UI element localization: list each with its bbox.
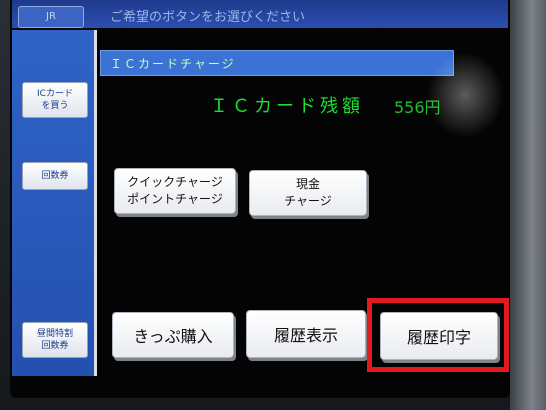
- jr-logo: JR: [18, 6, 84, 28]
- ticket-purchase-button[interactable]: きっぷ購入: [112, 312, 234, 358]
- cash-charge-button[interactable]: 現金 チャージ: [249, 170, 367, 216]
- sidebar-item-daytime-coupon[interactable]: 昼間特割 回数券: [22, 322, 88, 358]
- balance-label: ＩＣカード残額: [210, 96, 364, 117]
- instruction-text: ご希望のボタンをお選びください: [110, 10, 306, 25]
- section-title: ＩＣカードチャージ: [110, 57, 236, 71]
- sidebar-item-buy-ic-card[interactable]: ICカード を買う: [22, 82, 88, 118]
- quick-point-charge-button[interactable]: クイックチャージ ポイントチャージ: [114, 168, 236, 214]
- history-display-button[interactable]: 履歴表示: [246, 310, 366, 358]
- bezel-edge: [510, 0, 546, 410]
- highlight-box: [367, 298, 509, 372]
- sidebar-item-coupon-ticket[interactable]: 回数券: [22, 162, 88, 190]
- screen-glare: [426, 52, 504, 138]
